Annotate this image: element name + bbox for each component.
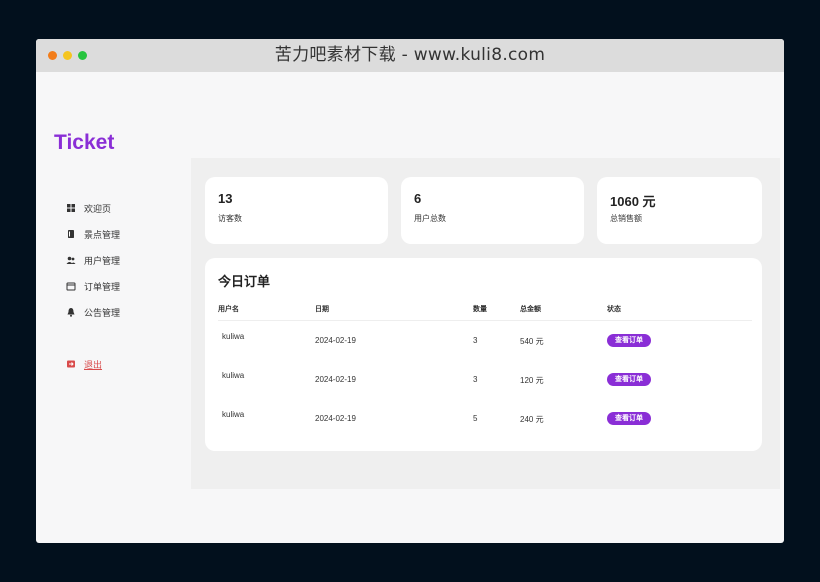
view-order-button[interactable]: 查看订单 (607, 334, 651, 347)
header-divider (218, 320, 752, 321)
book-icon (66, 229, 76, 239)
column-header-total: 总金额 (520, 306, 541, 313)
stat-label: 总销售额 (610, 214, 642, 223)
dashboard-icon (66, 203, 76, 213)
stat-card-visitors: 13 访客数 (205, 177, 388, 244)
sidebar-item-announcements[interactable]: 公告管理 (66, 303, 120, 321)
calendar-icon (66, 281, 76, 291)
logout-icon (66, 359, 76, 369)
cell-date: 2024-02-19 (315, 336, 356, 345)
stat-card-users: 6 用户总数 (401, 177, 584, 244)
stat-card-sales: 1060 元 总销售额 (597, 177, 762, 244)
sidebar-item-users[interactable]: 用户管理 (66, 251, 120, 269)
cell-qty: 5 (473, 414, 478, 423)
cell-qty: 3 (473, 375, 478, 384)
today-orders-panel: 今日订单 用户名 日期 数量 总金额 状态 kuliwa 2024-02-19 … (205, 258, 762, 451)
stat-value: 1060 元 (610, 194, 656, 209)
users-icon (66, 255, 76, 265)
sidebar-item-orders[interactable]: 订单管理 (66, 277, 120, 295)
cell-user: kuliwa (222, 410, 245, 419)
logout-label: 退出 (84, 359, 103, 370)
sidebar-item-label: 公告管理 (84, 307, 121, 318)
sidebar-item-label: 欢迎页 (84, 203, 112, 214)
column-header-user: 用户名 (218, 306, 239, 313)
stat-label: 访客数 (218, 214, 242, 223)
view-order-button[interactable]: 查看订单 (607, 373, 651, 386)
table-row: kuliwa 2024-02-19 3 120 元 查看订单 (205, 369, 762, 389)
orders-title: 今日订单 (218, 274, 271, 289)
view-order-button[interactable]: 查看订单 (607, 412, 651, 425)
stat-value: 13 (218, 191, 233, 206)
cell-total: 240 元 (520, 415, 544, 424)
cell-total: 120 元 (520, 376, 544, 385)
column-header-date: 日期 (315, 306, 329, 313)
stat-label: 用户总数 (414, 214, 446, 223)
window-title: 苦力吧素材下载 - www.kuli8.com (274, 45, 546, 65)
logout-link[interactable]: 退出 (66, 355, 102, 373)
column-header-status: 状态 (607, 306, 621, 313)
cell-total: 540 元 (520, 337, 544, 346)
sidebar-item-label: 景点管理 (84, 229, 121, 240)
cell-qty: 3 (473, 336, 478, 345)
browser-window: 苦力吧素材下载 - www.kuli8.com Ticket 欢迎页 景点管理 … (36, 39, 784, 543)
column-header-qty: 数量 (473, 306, 487, 313)
brand-logo[interactable]: Ticket (54, 131, 114, 155)
cell-user: kuliwa (222, 371, 245, 380)
window-titlebar: 苦力吧素材下载 - www.kuli8.com (36, 39, 784, 72)
sidebar-item-welcome[interactable]: 欢迎页 (66, 199, 111, 217)
cell-date: 2024-02-19 (315, 414, 356, 423)
table-row: kuliwa 2024-02-19 5 240 元 查看订单 (205, 408, 762, 428)
stat-value: 6 (414, 191, 422, 206)
sidebar-item-attractions[interactable]: 景点管理 (66, 225, 120, 243)
table-row: kuliwa 2024-02-19 3 540 元 查看订单 (205, 330, 762, 350)
bell-icon (66, 307, 76, 317)
cell-date: 2024-02-19 (315, 375, 356, 384)
cell-user: kuliwa (222, 332, 245, 341)
sidebar-item-label: 用户管理 (84, 255, 121, 266)
main-content: 13 访客数 6 用户总数 1060 元 总销售额 今日订单 用户名 日期 数量… (191, 158, 780, 489)
sidebar-item-label: 订单管理 (84, 281, 121, 292)
